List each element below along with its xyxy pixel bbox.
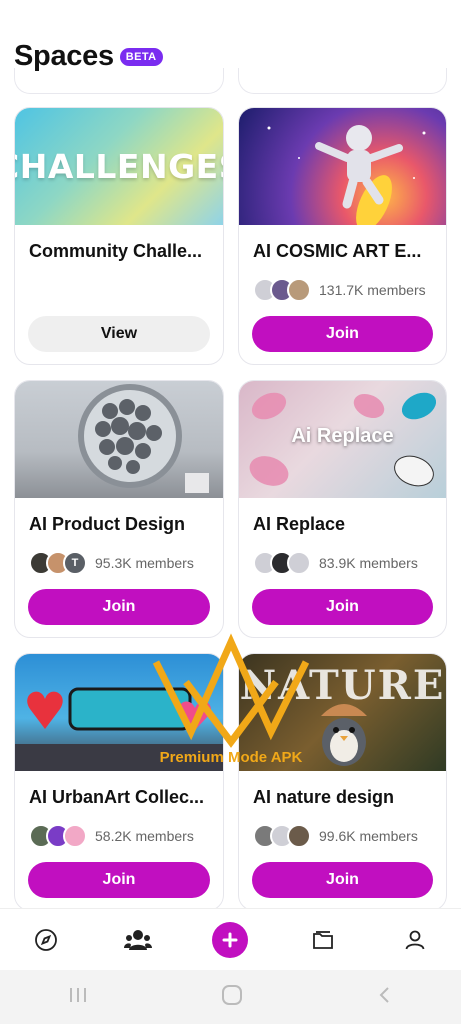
member-avatars	[253, 824, 311, 848]
member-avatars	[253, 551, 311, 575]
back-icon[interactable]	[375, 985, 395, 1010]
view-button[interactable]: View	[28, 316, 210, 352]
profile-icon[interactable]	[395, 920, 435, 960]
previous-card-right[interactable]	[238, 68, 447, 94]
avatar	[287, 278, 311, 302]
space-thumbnail: CHALLENGES	[15, 108, 223, 225]
member-count-row: T 95.3K members	[29, 551, 194, 575]
space-card-urbanart[interactable]: AI UrbanArt Collec... 58.2K members Join	[14, 653, 224, 911]
join-button[interactable]: Join	[28, 862, 210, 898]
member-avatars: T	[29, 551, 87, 575]
member-avatars	[253, 278, 311, 302]
space-card-ai-replace[interactable]: Ai Replace AI Replace 83.9K members Join	[238, 380, 447, 638]
avatar	[287, 824, 311, 848]
member-count-row: 131.7K members	[253, 278, 426, 302]
previous-card-left[interactable]	[14, 68, 224, 94]
bottom-tab-bar	[0, 908, 461, 970]
member-count-row: 83.9K members	[253, 551, 418, 575]
member-count: 83.9K members	[319, 555, 418, 571]
space-card-product-design[interactable]: AI Product Design T 95.3K members Join	[14, 380, 224, 638]
member-count-row: 58.2K members	[29, 824, 194, 848]
member-count: 99.6K members	[319, 828, 418, 844]
avatar: T	[63, 551, 87, 575]
member-count-row: 99.6K members	[253, 824, 418, 848]
member-count: 131.7K members	[319, 282, 426, 298]
space-title: AI COSMIC ART E...	[253, 241, 422, 261]
space-thumbnail	[15, 654, 223, 771]
system-navigation-bar	[0, 970, 461, 1024]
member-count: 58.2K members	[95, 828, 194, 844]
join-button[interactable]: Join	[252, 589, 433, 625]
member-avatars	[29, 824, 87, 848]
avatar	[287, 551, 311, 575]
space-thumbnail	[15, 381, 223, 498]
collections-icon[interactable]	[303, 920, 343, 960]
thumbnail-text: CHALLENGES	[15, 147, 223, 186]
space-title: Community Challe...	[29, 241, 203, 261]
beta-badge: BETA	[119, 47, 163, 66]
create-plus-icon[interactable]	[210, 920, 250, 960]
space-thumbnail: NATURE	[239, 654, 446, 771]
join-button[interactable]: Join	[28, 589, 210, 625]
recent-apps-icon[interactable]	[66, 985, 90, 1010]
explore-icon[interactable]	[26, 920, 66, 960]
space-thumbnail	[239, 108, 446, 225]
avatar	[63, 824, 87, 848]
thumbnail-text: Ai Replace	[291, 425, 394, 447]
space-card-community-challenges[interactable]: CHALLENGES Community Challe... View	[14, 107, 224, 365]
space-title: AI UrbanArt Collec...	[29, 787, 205, 807]
space-card-nature-design[interactable]: NATURE AI nature design 99.6K members Jo…	[238, 653, 447, 911]
space-thumbnail: Ai Replace	[239, 381, 446, 498]
community-icon[interactable]	[118, 920, 158, 960]
member-count: 95.3K members	[95, 555, 194, 571]
home-icon[interactable]	[221, 984, 243, 1011]
space-title: AI Product Design	[29, 514, 186, 534]
space-title: AI Replace	[253, 514, 346, 534]
space-title: AI nature design	[253, 787, 395, 807]
join-button[interactable]: Join	[252, 862, 433, 898]
space-card-cosmic-art[interactable]: AI COSMIC ART E... 131.7K members Join	[238, 107, 447, 365]
join-button[interactable]: Join	[252, 316, 433, 352]
